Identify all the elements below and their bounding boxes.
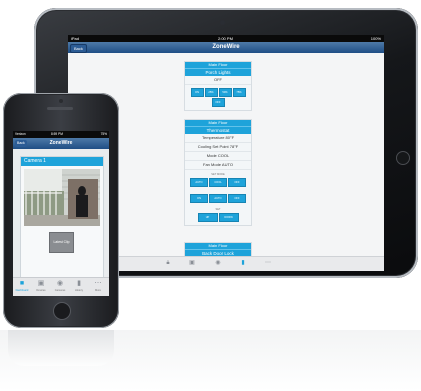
setpoint-down-button[interactable]: DOWN	[218, 213, 239, 222]
cooling-set-point-row: Cooling Set Point 78°F	[185, 143, 251, 152]
iphone-device: Verizon 8:59 PM 75% Back ZoneWire Camera…	[3, 93, 119, 328]
dimmer-button-50[interactable]: 50%	[218, 88, 232, 97]
ipad-camera-icon	[220, 20, 225, 25]
iphone-home-button[interactable]	[53, 302, 71, 320]
tab-label: Devices	[36, 289, 46, 292]
ipad-status-device: iPad	[71, 36, 80, 41]
tab-label: Dashboard	[15, 289, 29, 292]
tab-label: History	[74, 289, 84, 292]
ipad-home-button[interactable]	[396, 151, 410, 165]
fan-auto-button[interactable]: AUTO	[209, 194, 227, 203]
mode-buttons: AUTO COOL OFF	[185, 177, 251, 190]
mode-off-button[interactable]: OFF	[228, 178, 246, 187]
iphone-speaker	[47, 107, 73, 110]
camera-title: Camera 1	[21, 157, 103, 166]
history-icon: ▮	[77, 280, 81, 287]
history-icon[interactable]: ▮	[239, 259, 247, 268]
iphone-time: 8:59 PM	[51, 132, 63, 136]
camera-feed-picture	[24, 169, 100, 226]
fan-on-button[interactable]: ON	[190, 194, 208, 203]
iphone-reflection	[8, 330, 114, 366]
tab-cameras[interactable]: ◉ Cameras	[51, 279, 69, 295]
dimmer-button-25[interactable]: 25%	[204, 88, 218, 97]
tab-history[interactable]: ▮ History	[70, 279, 88, 295]
mode-cool-button[interactable]: COOL	[209, 178, 227, 187]
lock-icon: ■	[19, 280, 25, 287]
temperature-row: Temperature 80°F	[185, 134, 251, 143]
ipad-back-button[interactable]: Back	[70, 44, 87, 53]
iphone-status-bar: Verizon 8:59 PM 75%	[13, 131, 109, 138]
fan-buttons: ON AUTO OFF	[185, 190, 251, 206]
tab-label: Cameras	[54, 289, 66, 292]
camera-card: Camera 1 Latest Clip	[20, 156, 104, 278]
iphone-back-button[interactable]: Back	[15, 140, 27, 147]
dimmer-button-75[interactable]: 75%	[232, 88, 246, 97]
iphone-carrier: Verizon	[15, 132, 26, 136]
card-title: Thermostat	[185, 126, 251, 134]
fan-mode-row: Fan Mode AUTO	[185, 161, 251, 170]
latest-clip-button[interactable]: Latest Clip	[49, 232, 74, 253]
ipad-nav-title: ZoneWire	[212, 44, 240, 50]
setpoint-buttons: UP DOWN	[185, 212, 251, 225]
tab-devices[interactable]: ▣ Devices	[32, 279, 50, 295]
tab-more[interactable]: ⋯ More	[89, 279, 107, 295]
camera-icon[interactable]: ◉	[214, 259, 222, 268]
devices-icon[interactable]: ▣	[188, 259, 196, 268]
thermostat-card: Main Floor Thermostat Temperature 80°F C…	[184, 119, 252, 226]
mode-auto-button[interactable]: AUTO	[190, 178, 208, 187]
ipad-status-time: 2:00 PM	[218, 36, 233, 41]
dimmer-buttons: ON 25% 50% 75% OFF	[185, 85, 251, 110]
camera-feed-image[interactable]	[24, 169, 100, 226]
devices-icon: ▣	[37, 280, 45, 287]
latest-clip-label: Latest Clip	[53, 240, 70, 244]
camera-icon: ◉	[56, 280, 64, 287]
iphone-battery: 75%	[100, 132, 107, 136]
iphone-front-camera-icon	[59, 99, 63, 103]
tab-dashboard[interactable]: ■ Dashboard	[13, 279, 31, 295]
light-state: OFF	[185, 76, 251, 85]
ipad-status-bar: iPad 2:00 PM 100%	[68, 35, 384, 42]
porch-lights-card: Main Floor Porch Lights OFF ON 25% 50% 7…	[184, 61, 252, 111]
mode-row: Mode COOL	[185, 152, 251, 161]
lock-icon[interactable]: 🔒︎	[164, 259, 172, 268]
tab-label: More	[95, 289, 101, 292]
iphone-nav-bar: Back ZoneWire	[13, 138, 109, 149]
dimmer-button-on[interactable]: ON	[190, 88, 204, 97]
dimmer-button-off[interactable]: OFF	[211, 98, 225, 107]
iphone-screen: Verizon 8:59 PM 75% Back ZoneWire Camera…	[13, 131, 109, 296]
fan-off-button[interactable]: OFF	[228, 194, 246, 203]
iphone-tab-bar: ■ Dashboard ▣ Devices ◉ Cameras ▮ Histor…	[13, 277, 109, 296]
ipad-nav-bar: Back ZoneWire	[68, 42, 384, 53]
more-icon: ⋯	[94, 280, 102, 287]
iphone-nav-title: ZoneWire	[49, 140, 73, 146]
setpoint-up-button[interactable]: UP	[197, 213, 218, 222]
card-title: Porch Lights	[185, 68, 251, 76]
more-icon[interactable]: ⋯	[264, 259, 272, 268]
ipad-status-battery: 100%	[370, 36, 381, 41]
